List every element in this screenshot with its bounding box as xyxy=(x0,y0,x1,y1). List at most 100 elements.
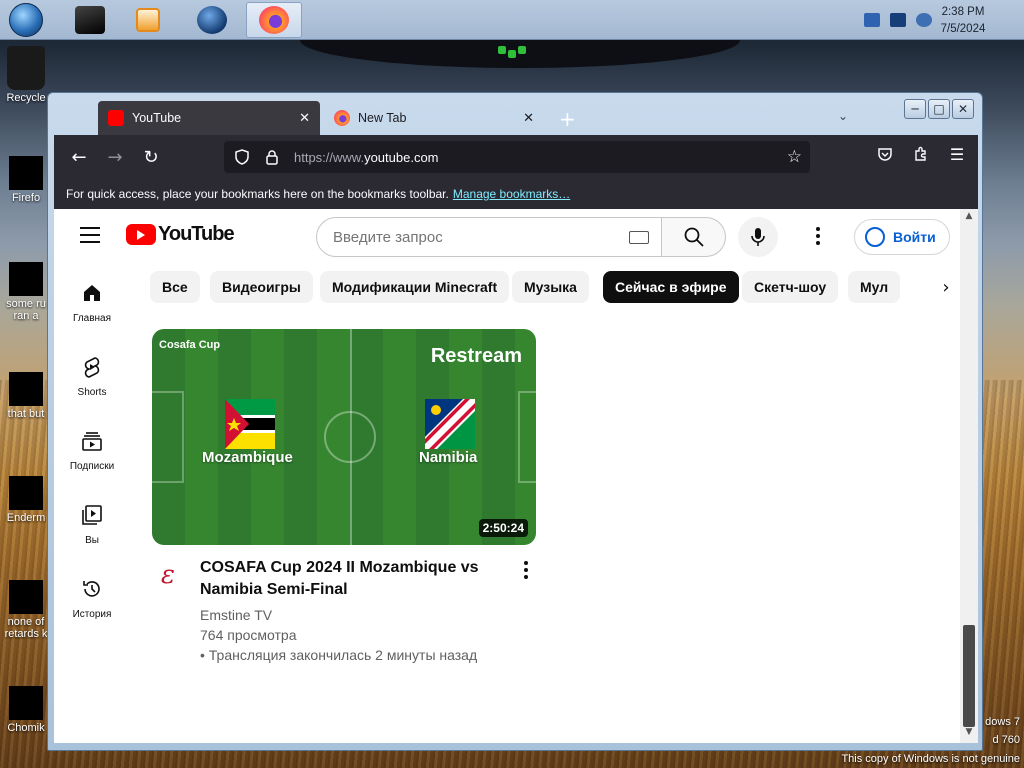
view-count: 764 просмотра xyxy=(200,627,297,643)
back-button[interactable]: ← xyxy=(64,142,94,172)
taskbar-app-1[interactable] xyxy=(62,2,118,38)
clock-date: 7/5/2024 xyxy=(940,23,986,35)
team-away-label: Namibia xyxy=(419,449,478,466)
windows-orb-icon xyxy=(9,3,43,37)
video-duration-badge: 2:50:24 xyxy=(478,519,528,537)
keyboard-icon[interactable] xyxy=(629,231,649,244)
scroll-down-icon[interactable]: ▼ xyxy=(960,727,978,741)
scrollbar-thumb[interactable] xyxy=(963,625,975,727)
monitor-icon[interactable] xyxy=(890,13,906,27)
chip-music[interactable]: Музыка xyxy=(512,271,589,303)
desktop-icon-label-line2: ran a xyxy=(13,310,39,322)
restream-badge: Restream xyxy=(430,345,522,367)
channel-name[interactable]: Emstine TV xyxy=(200,607,272,623)
search-input[interactable] xyxy=(333,228,563,246)
taskbar-app-firefox[interactable] xyxy=(246,2,302,38)
tab-youtube[interactable]: YouTube ✕ xyxy=(98,101,320,135)
page-scrollbar[interactable]: ▲ ▼ xyxy=(960,209,978,743)
desktop-icon-file[interactable]: that but xyxy=(2,372,50,420)
guide-menu-icon[interactable] xyxy=(80,227,100,243)
sidebar-item-subscriptions[interactable]: Подписки xyxy=(58,429,126,472)
chip-live-now[interactable]: Сейчас в эфире xyxy=(603,271,739,303)
search-box[interactable] xyxy=(316,217,662,257)
pitch-box-right xyxy=(518,391,536,483)
taskbar-app-2[interactable] xyxy=(120,2,176,38)
file-icon xyxy=(9,580,43,614)
file-icon xyxy=(9,476,43,510)
shield-icon[interactable] xyxy=(234,149,250,165)
close-tab-icon[interactable]: ✕ xyxy=(523,110,534,126)
stream-status: • Трансляция закончилась 2 минуты назад xyxy=(200,647,478,663)
reload-button[interactable]: ↻ xyxy=(136,142,166,172)
sidebar-item-history[interactable]: История xyxy=(58,577,126,620)
search-button[interactable] xyxy=(662,217,726,257)
windows-watermark-line1: dows 7 xyxy=(985,716,1020,728)
forward-button[interactable]: → xyxy=(100,142,130,172)
desktop-icon-folder[interactable]: some ru ran a xyxy=(2,262,50,322)
bookmark-star-icon[interactable]: ☆ xyxy=(787,147,802,167)
desktop-icon-firefox[interactable]: Firefo xyxy=(2,156,50,204)
app-menu-icon[interactable]: ☰ xyxy=(946,143,968,165)
url-bar[interactable]: https://www.youtube.com ☆ xyxy=(224,141,810,173)
folder-icon xyxy=(9,262,43,296)
taskbar-app-3[interactable] xyxy=(184,2,240,38)
pocket-icon[interactable] xyxy=(874,143,896,165)
url-prefix: https://www. xyxy=(294,149,365,165)
thumb-caption: Cosafa Cup xyxy=(159,339,221,351)
firefox-favicon-icon xyxy=(334,110,350,126)
voice-search-button[interactable] xyxy=(738,217,778,257)
windows-watermark-line3: This copy of Windows is not genuine xyxy=(841,753,1020,765)
chevron-right-icon[interactable]: › xyxy=(934,275,958,299)
chip-minecraft-mods[interactable]: Модификации Minecraft xyxy=(320,271,510,303)
desktop-icon-file[interactable]: none of retards k xyxy=(2,580,50,640)
taskbar-clock[interactable]: 2:38 PM 7/5/2024 xyxy=(928,4,998,38)
nav-toolbar: ← → ↻ https://www.youtube.com ☆ ☰ xyxy=(54,135,978,179)
tab-new-tab[interactable]: New Tab ✕ xyxy=(324,101,544,135)
list-tabs-chevron-icon[interactable]: ⌄ xyxy=(838,109,848,123)
team-home-label: Mozambique xyxy=(202,449,293,466)
tab-label: YouTube xyxy=(132,111,182,125)
desktop-icon-label: some ru xyxy=(6,298,46,310)
sidebar-item-label: Вы xyxy=(85,535,99,546)
network-icon[interactable] xyxy=(864,13,880,27)
desktop-icon-file[interactable]: Enderm xyxy=(2,476,50,524)
sidebar-item-shorts[interactable]: Shorts xyxy=(58,355,126,398)
firefox-icon xyxy=(259,6,289,34)
mozambique-flag-icon xyxy=(225,399,275,449)
chip-sketch-shows[interactable]: Скетч-шоу xyxy=(742,271,839,303)
channel-avatar[interactable]: ɛ xyxy=(154,560,182,590)
desktop-icon-label: Chomik xyxy=(7,722,45,734)
youtube-logo[interactable]: YouTube xyxy=(126,223,235,246)
youtube-logo-text: YouTube xyxy=(158,223,235,245)
video-action-menu-icon[interactable] xyxy=(524,561,528,579)
sidebar-item-home[interactable]: Главная xyxy=(58,281,126,324)
new-tab-button[interactable]: + xyxy=(559,107,576,131)
youtube-header: YouTube Войти xyxy=(54,209,960,265)
chip-cartoons[interactable]: Мул xyxy=(848,271,901,303)
youtube-page: YouTube Войти Главная xyxy=(54,209,978,743)
sidebar-item-label: Главная xyxy=(72,313,112,324)
video-thumbnail[interactable]: Cosafa Cup Restream Mozambique Namibia 2… xyxy=(152,329,536,545)
tab-strip: YouTube ✕ New Tab ✕ + ⌄ xyxy=(54,99,978,135)
url-domain: youtube.com xyxy=(364,149,439,165)
sidebar-item-you[interactable]: Вы xyxy=(58,503,126,546)
desktop-icon-label: that but xyxy=(7,408,45,420)
firefox-desktop-icon xyxy=(9,156,43,190)
lock-icon[interactable] xyxy=(264,149,280,165)
sign-in-button[interactable]: Войти xyxy=(854,219,950,255)
video-title[interactable]: COSAFA Cup 2024 II Mozambique vs Namibia… xyxy=(200,557,500,601)
desktop-icon-file[interactable]: Chomik xyxy=(2,686,50,734)
desktop-icon-recycle-bin[interactable]: Recycle xyxy=(2,46,50,104)
scroll-up-icon[interactable]: ▲ xyxy=(960,211,978,225)
close-tab-icon[interactable]: ✕ xyxy=(299,110,310,126)
sidebar-item-label: История xyxy=(72,609,112,620)
pitch-box-left xyxy=(152,391,184,483)
chip-video-games[interactable]: Видеоигры xyxy=(210,271,313,303)
desktop-icon-label: Enderm xyxy=(6,512,46,524)
extensions-icon[interactable] xyxy=(910,143,932,165)
settings-menu-icon[interactable] xyxy=(816,227,820,245)
manage-bookmarks-link[interactable]: Manage bookmarks… xyxy=(453,187,570,201)
media-icon xyxy=(75,6,105,34)
chip-all[interactable]: Все xyxy=(150,271,200,303)
start-button[interactable] xyxy=(6,2,46,38)
